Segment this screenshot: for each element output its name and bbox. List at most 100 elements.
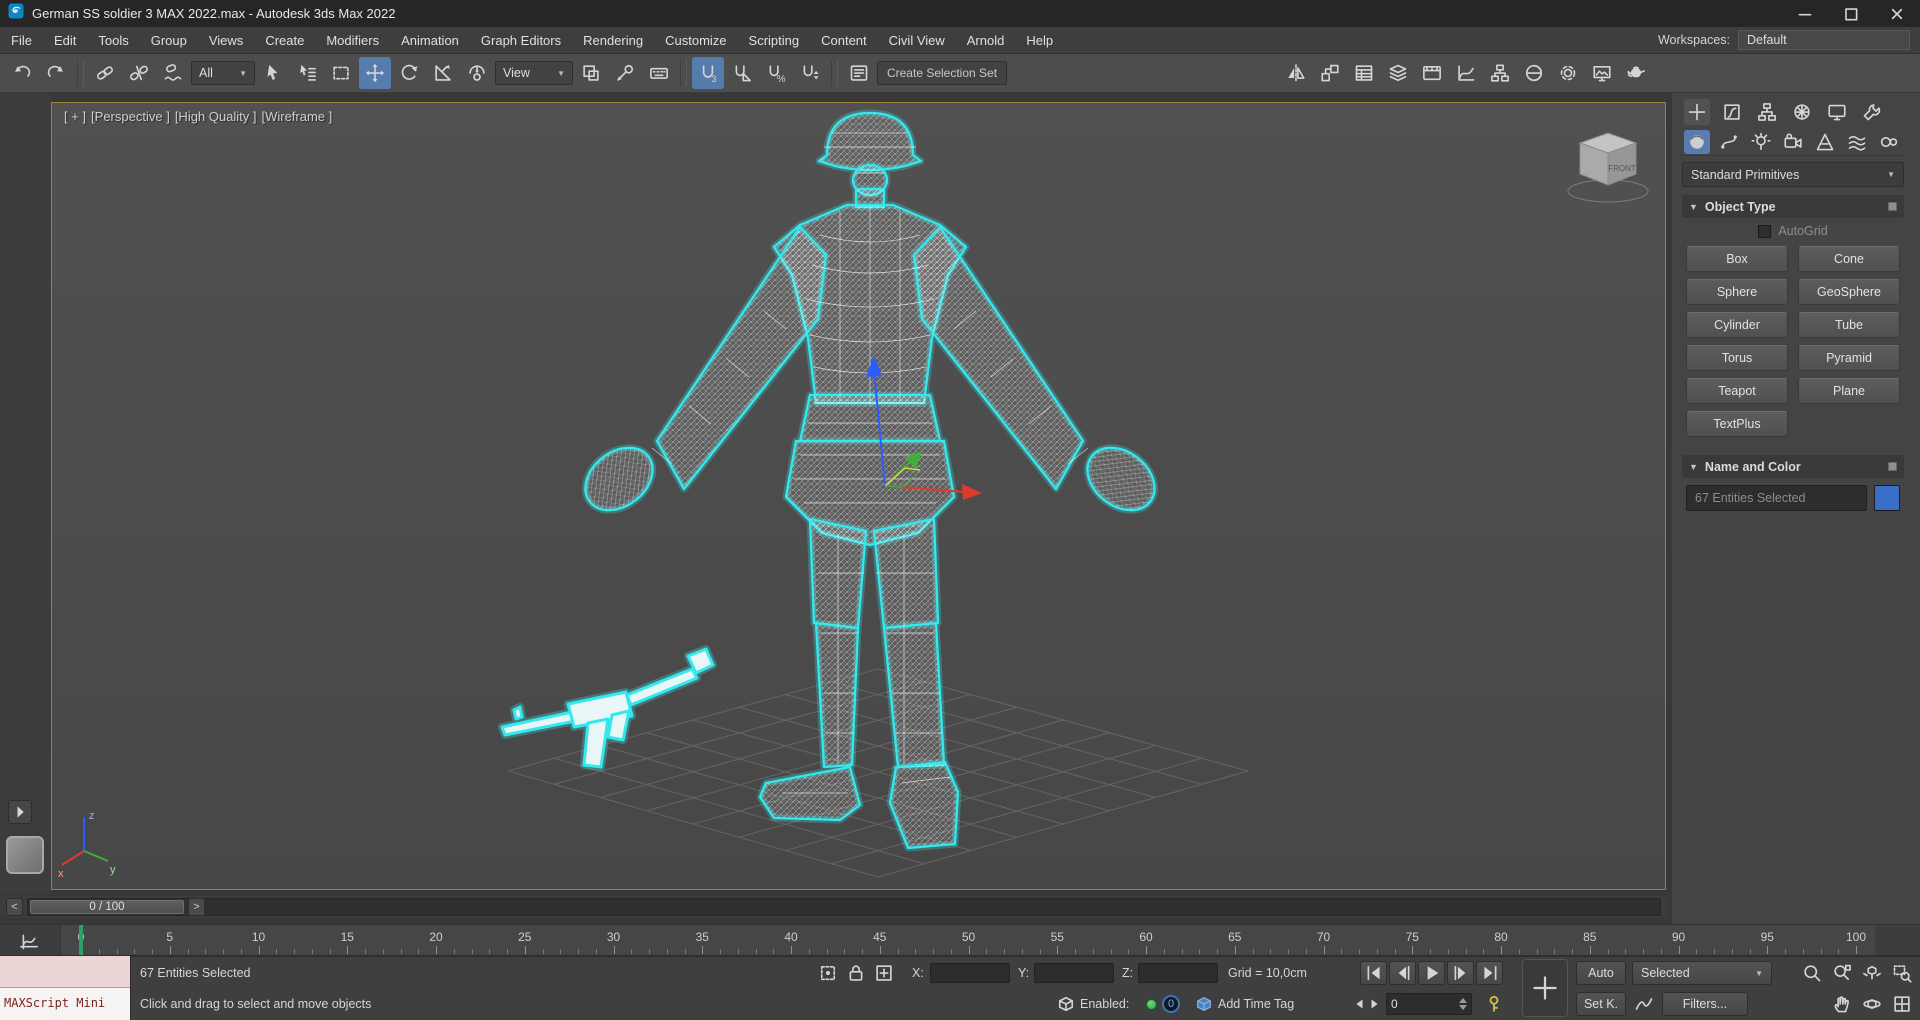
object-type-tube-button[interactable]: Tube bbox=[1798, 312, 1900, 338]
menu-arnold[interactable]: Arnold bbox=[956, 27, 1016, 53]
geometry-subtab-icon[interactable] bbox=[1684, 130, 1710, 154]
y-coordinate-field[interactable] bbox=[1034, 963, 1114, 983]
vp-menu-quality[interactable]: [High Quality ] bbox=[175, 109, 257, 124]
zoom-icon[interactable] bbox=[1800, 961, 1824, 985]
key-selection-dropdown[interactable]: Selected▼ bbox=[1632, 961, 1772, 985]
menu-animation[interactable]: Animation bbox=[390, 27, 470, 53]
object-type-torus-button[interactable]: Torus bbox=[1686, 345, 1788, 371]
go-to-start-button[interactable] bbox=[1360, 961, 1387, 985]
menu-edit[interactable]: Edit bbox=[43, 27, 87, 53]
object-type-plane-button[interactable]: Plane bbox=[1798, 378, 1900, 404]
enabled-count-badge[interactable]: 0 bbox=[1162, 995, 1180, 1013]
modify-tab-icon[interactable] bbox=[1719, 99, 1745, 125]
systems-subtab-icon[interactable] bbox=[1876, 130, 1902, 154]
autogrid-checkbox[interactable] bbox=[1758, 225, 1771, 238]
menu-file[interactable]: File bbox=[0, 27, 43, 53]
close-button[interactable] bbox=[1874, 0, 1920, 27]
select-by-name-icon[interactable] bbox=[291, 57, 323, 89]
object-type-sphere-button[interactable]: Sphere bbox=[1686, 279, 1788, 305]
keyboard-shortcut-override-icon[interactable] bbox=[643, 57, 675, 89]
snaps-toggle-icon[interactable]: 3 bbox=[692, 57, 724, 89]
menu-modifiers[interactable]: Modifiers bbox=[315, 27, 390, 53]
mini-curve-editor-button[interactable] bbox=[12, 928, 46, 953]
bind-to-space-warp-icon[interactable] bbox=[157, 57, 189, 89]
rectangular-selection-region-icon[interactable] bbox=[325, 57, 357, 89]
time-slider-track[interactable]: 0 / 100 bbox=[27, 898, 1661, 916]
select-and-move-icon[interactable] bbox=[359, 57, 391, 89]
maximize-viewport-icon[interactable] bbox=[1890, 992, 1914, 1016]
orbit-icon[interactable] bbox=[1860, 992, 1884, 1016]
create-selection-set-field[interactable]: Create Selection Set bbox=[877, 61, 1007, 85]
object-type-pyramid-button[interactable]: Pyramid bbox=[1798, 345, 1900, 371]
macro-recorder-pane[interactable] bbox=[0, 956, 130, 988]
render-production-icon[interactable] bbox=[1620, 57, 1652, 89]
object-type-teapot-button[interactable]: Teapot bbox=[1686, 378, 1788, 404]
shapes-subtab-icon[interactable] bbox=[1716, 130, 1742, 154]
hierarchy-tab-icon[interactable] bbox=[1754, 99, 1780, 125]
set-key-button[interactable]: Set K. bbox=[1576, 992, 1626, 1016]
spinner-snap-icon[interactable] bbox=[794, 57, 826, 89]
reference-coordinate-system-dropdown[interactable]: View▼ bbox=[495, 61, 573, 85]
menu-scripting[interactable]: Scripting bbox=[738, 27, 811, 53]
object-type-rollout-header[interactable]: ▼ Object Type bbox=[1682, 195, 1904, 218]
play-button[interactable] bbox=[1418, 961, 1445, 985]
z-coordinate-field[interactable] bbox=[1138, 963, 1218, 983]
percent-snap-icon[interactable]: % bbox=[760, 57, 792, 89]
key-tangent-icon[interactable] bbox=[1482, 992, 1506, 1016]
select-and-place-icon[interactable] bbox=[461, 57, 493, 89]
zoom-all-icon[interactable] bbox=[1830, 961, 1854, 985]
previous-frame-button[interactable] bbox=[1389, 961, 1416, 985]
align-icon[interactable] bbox=[1314, 57, 1346, 89]
name-and-color-rollout-header[interactable]: ▼ Name and Color bbox=[1682, 455, 1904, 478]
new-key-tangent-icon[interactable] bbox=[1632, 992, 1656, 1016]
vp-menu-shading[interactable]: [Wireframe ] bbox=[261, 109, 332, 124]
cameras-subtab-icon[interactable] bbox=[1780, 130, 1806, 154]
toggle-ribbon-icon[interactable] bbox=[1416, 57, 1448, 89]
gizmo-x-axis[interactable] bbox=[962, 484, 982, 500]
zoom-region-icon[interactable] bbox=[1890, 961, 1914, 985]
time-slider-prev-button[interactable]: < bbox=[6, 898, 23, 916]
time-tag-cube-icon[interactable] bbox=[1054, 992, 1078, 1016]
object-type-geosphere-button[interactable]: GeoSphere bbox=[1798, 279, 1900, 305]
schematic-view-icon[interactable] bbox=[1484, 57, 1516, 89]
viewport-layout-tab[interactable] bbox=[6, 836, 44, 874]
workspace-dropdown[interactable]: Default bbox=[1738, 30, 1910, 50]
undo-icon[interactable] bbox=[6, 57, 38, 89]
select-object-icon[interactable] bbox=[257, 57, 289, 89]
motion-tab-icon[interactable] bbox=[1789, 99, 1815, 125]
selection-filter-dropdown[interactable]: All▼ bbox=[191, 61, 255, 85]
next-frame-button[interactable] bbox=[1447, 961, 1474, 985]
space-warps-subtab-icon[interactable] bbox=[1844, 130, 1870, 154]
add-time-tag-cube-icon[interactable] bbox=[1192, 992, 1216, 1016]
maxscript-mini-listener[interactable]: MAXScript Mini bbox=[0, 956, 131, 1020]
selection-lock-icon[interactable] bbox=[844, 961, 868, 985]
object-type-box-button[interactable]: Box bbox=[1686, 246, 1788, 272]
menu-content[interactable]: Content bbox=[810, 27, 878, 53]
enabled-indicator[interactable] bbox=[1146, 999, 1157, 1010]
object-type-textplus-button[interactable]: TextPlus bbox=[1686, 411, 1788, 437]
menu-help[interactable]: Help bbox=[1015, 27, 1064, 53]
select-and-manipulate-icon[interactable] bbox=[609, 57, 641, 89]
object-color-swatch[interactable] bbox=[1874, 485, 1900, 511]
object-name-field[interactable]: 67 Entities Selected bbox=[1686, 485, 1867, 511]
minimize-button[interactable] bbox=[1782, 0, 1828, 27]
mirror-icon[interactable] bbox=[1280, 57, 1312, 89]
menu-group[interactable]: Group bbox=[140, 27, 198, 53]
x-coordinate-field[interactable] bbox=[930, 963, 1010, 983]
toggle-layer-explorer-icon[interactable] bbox=[1382, 57, 1414, 89]
render-setup-icon[interactable] bbox=[1552, 57, 1584, 89]
vp-menu-general[interactable]: [ + ] bbox=[64, 109, 86, 124]
maxscript-mini-label[interactable]: MAXScript Mini bbox=[0, 988, 130, 1020]
primitives-category-dropdown[interactable]: Standard Primitives▼ bbox=[1682, 162, 1904, 187]
helpers-subtab-icon[interactable] bbox=[1812, 130, 1838, 154]
key-filters-button[interactable]: Filters... bbox=[1662, 992, 1748, 1016]
angle-snap-icon[interactable] bbox=[726, 57, 758, 89]
create-tab-icon[interactable] bbox=[1684, 99, 1710, 125]
toggle-scene-explorer-icon[interactable] bbox=[1348, 57, 1380, 89]
menu-create[interactable]: Create bbox=[254, 27, 315, 53]
zoom-extents-icon[interactable] bbox=[1860, 961, 1884, 985]
frame-spinner-up[interactable] bbox=[1459, 998, 1467, 1003]
redo-icon[interactable] bbox=[40, 57, 72, 89]
rendered-frame-window-icon[interactable] bbox=[1586, 57, 1618, 89]
edit-named-selection-sets-icon[interactable] bbox=[843, 57, 875, 89]
